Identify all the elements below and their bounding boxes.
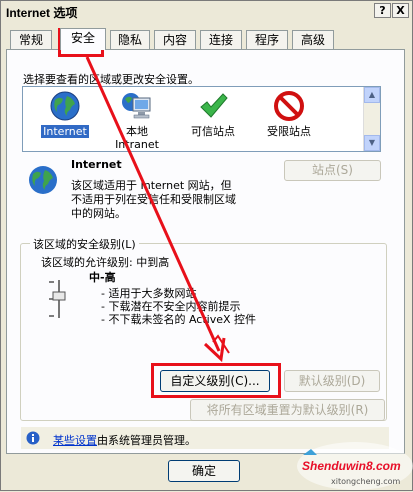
watermark-text: Shenduwin8.com [302,459,401,473]
annotation-arrow [85,56,230,363]
watermark-subtext: xitongcheng.com [331,477,401,486]
internet-options-window: Internet 选项 ? X 常规 安全 隐私 内容 连接 程序 高级 选择要… [0,0,413,491]
tab-security[interactable]: 安全 [60,28,106,50]
